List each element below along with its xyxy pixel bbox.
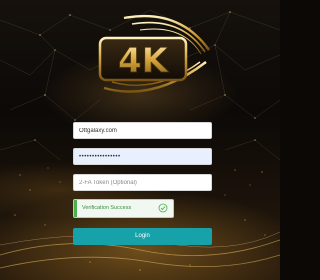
logo-text: 4K [118, 41, 170, 81]
captcha-widget[interactable]: Verification Success [73, 199, 174, 218]
token-field[interactable] [73, 174, 212, 191]
login-button[interactable]: Login [73, 228, 212, 245]
login-screen: 4K Verification Success Login [0, 0, 280, 280]
password-field[interactable] [73, 148, 212, 165]
check-circle-icon [158, 203, 168, 213]
brand-logo: 4K [98, 14, 210, 93]
username-field[interactable] [73, 122, 212, 139]
captcha-status-bar [74, 200, 77, 217]
captcha-status-text: Verification Success [82, 205, 132, 211]
